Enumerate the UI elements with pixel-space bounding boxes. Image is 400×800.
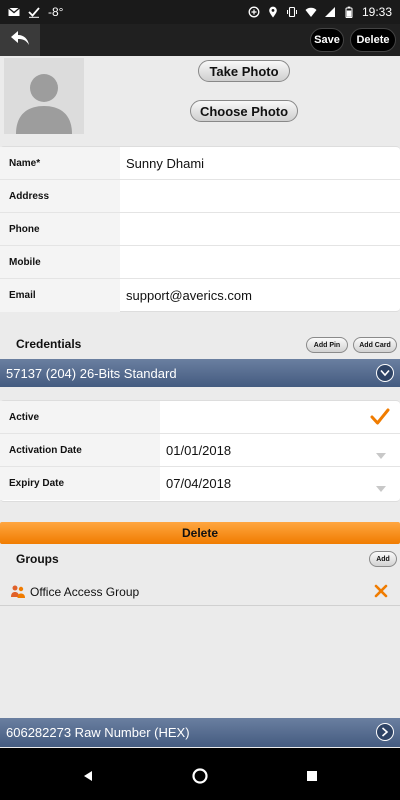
next-credential-title: 606282273 Raw Number (HEX) — [6, 725, 190, 740]
back-arrow-icon — [10, 30, 30, 51]
delete-credential-button[interactable]: Delete — [0, 522, 400, 544]
take-photo-button[interactable]: Take Photo — [198, 60, 290, 82]
credential-title: 57137 (204) 26-Bits Standard — [6, 365, 177, 381]
nav-recents-icon[interactable] — [302, 766, 322, 786]
gmail-icon — [8, 6, 20, 18]
activation-date-label: Activation Date — [0, 434, 160, 466]
activation-date-field[interactable]: 01/01/2018 — [166, 434, 231, 466]
group-people-icon — [10, 584, 26, 600]
checkmark-icon — [28, 6, 40, 18]
phone-row: Phone — [0, 213, 400, 246]
remove-group-icon[interactable] — [374, 584, 388, 601]
list-item[interactable]: Office Access Group — [0, 578, 400, 606]
name-row: Name* Sunny Dhami — [0, 147, 400, 180]
app-toolbar: Save Delete — [0, 24, 400, 56]
temperature-text: -8° — [48, 5, 64, 19]
mobile-field[interactable] — [126, 246, 396, 278]
credential-selector[interactable]: 57137 (204) 26-Bits Standard — [0, 359, 400, 387]
address-field[interactable] — [126, 180, 396, 212]
groups-heading: Groups — [16, 552, 59, 566]
phone-field[interactable] — [126, 213, 396, 245]
active-row: Active — [0, 401, 400, 434]
person-silhouette-icon — [4, 74, 84, 134]
name-field[interactable]: Sunny Dhami — [126, 147, 204, 179]
dropdown-arrow-icon[interactable] — [376, 446, 386, 464]
location-icon — [267, 6, 279, 18]
address-row: Address — [0, 180, 400, 213]
system-nav-bar — [0, 748, 400, 800]
active-checkmark-icon[interactable] — [370, 401, 390, 433]
address-label: Address — [0, 180, 120, 212]
avatar[interactable] — [4, 58, 84, 134]
mobile-row: Mobile — [0, 246, 400, 279]
signal-icon — [324, 6, 336, 18]
dropdown-arrow-icon[interactable] — [376, 479, 386, 497]
add-pin-button[interactable]: Add Pin — [306, 337, 348, 353]
person-details-form: Name* Sunny Dhami Address Phone Mobile E… — [0, 146, 400, 312]
chevron-down-icon[interactable] — [376, 364, 394, 382]
name-label: Name* — [0, 147, 120, 179]
activation-date-row: Activation Date 01/01/2018 — [0, 434, 400, 467]
mobile-label: Mobile — [0, 246, 120, 278]
email-field[interactable]: support@averics.com — [126, 279, 252, 312]
active-label: Active — [0, 401, 160, 433]
phone-label: Phone — [0, 213, 120, 245]
expiry-date-field[interactable]: 07/04/2018 — [166, 467, 231, 500]
credentials-heading: Credentials — [16, 337, 82, 351]
clock-text: 19:33 — [361, 5, 392, 19]
save-button[interactable]: Save — [310, 28, 344, 52]
credential-details: Active Activation Date 01/01/2018 Expiry… — [0, 400, 400, 502]
data-saver-icon — [248, 6, 260, 18]
expiry-date-label: Expiry Date — [0, 467, 160, 500]
back-button[interactable] — [0, 24, 40, 56]
email-row: Email support@averics.com — [0, 279, 400, 312]
add-group-button[interactable]: Add — [369, 551, 397, 567]
add-card-button[interactable]: Add Card — [353, 337, 397, 353]
nav-back-icon[interactable] — [78, 766, 98, 786]
wifi-icon — [305, 6, 317, 18]
next-credential-bar[interactable]: 606282273 Raw Number (HEX) — [0, 718, 400, 747]
delete-person-button[interactable]: Delete — [350, 28, 396, 52]
choose-photo-button[interactable]: Choose Photo — [190, 100, 298, 122]
chevron-right-icon[interactable] — [376, 723, 394, 741]
status-bar: -8° 19:33 — [0, 0, 400, 24]
group-name: Office Access Group — [30, 584, 140, 599]
nav-home-icon[interactable] — [190, 766, 210, 786]
battery-icon — [343, 6, 355, 18]
expiry-date-row: Expiry Date 07/04/2018 — [0, 467, 400, 500]
vibrate-icon — [286, 6, 298, 18]
email-label: Email — [0, 279, 120, 312]
